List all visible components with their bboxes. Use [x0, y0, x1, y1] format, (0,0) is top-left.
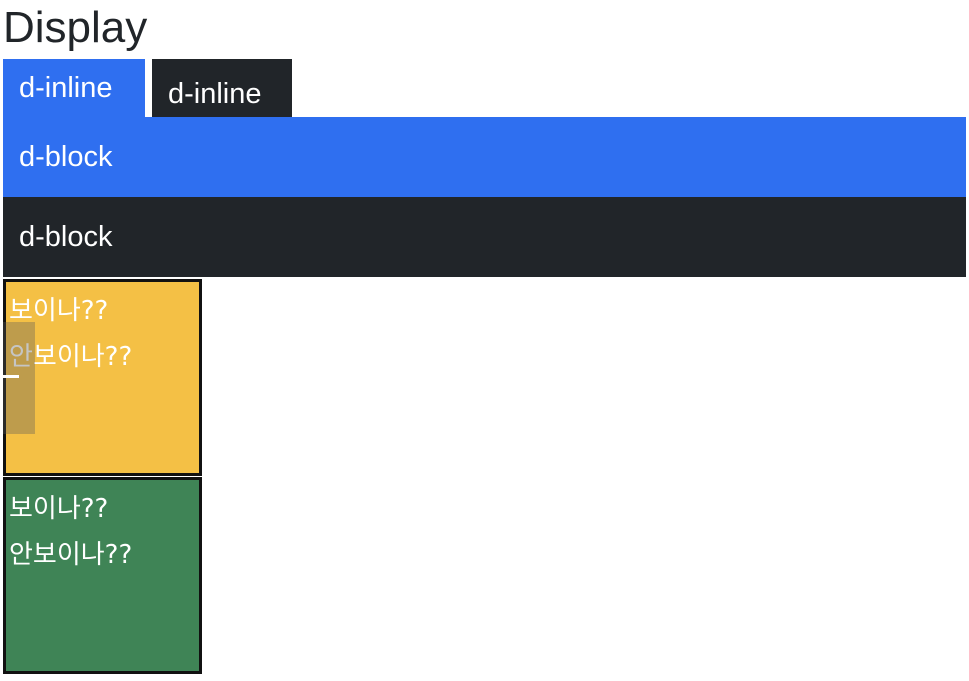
d-block-primary: d-block	[3, 117, 966, 197]
d-block-dark: d-block	[3, 197, 966, 277]
d-inline-dark: d-inline	[152, 59, 292, 126]
visibility-box-success: 보이나?? 안보이나??	[3, 477, 202, 674]
scroll-handle[interactable]	[3, 322, 35, 434]
d-inline-primary: d-inline	[3, 59, 145, 117]
scroll-tick-icon	[3, 375, 19, 378]
page-title: Display	[3, 3, 148, 52]
